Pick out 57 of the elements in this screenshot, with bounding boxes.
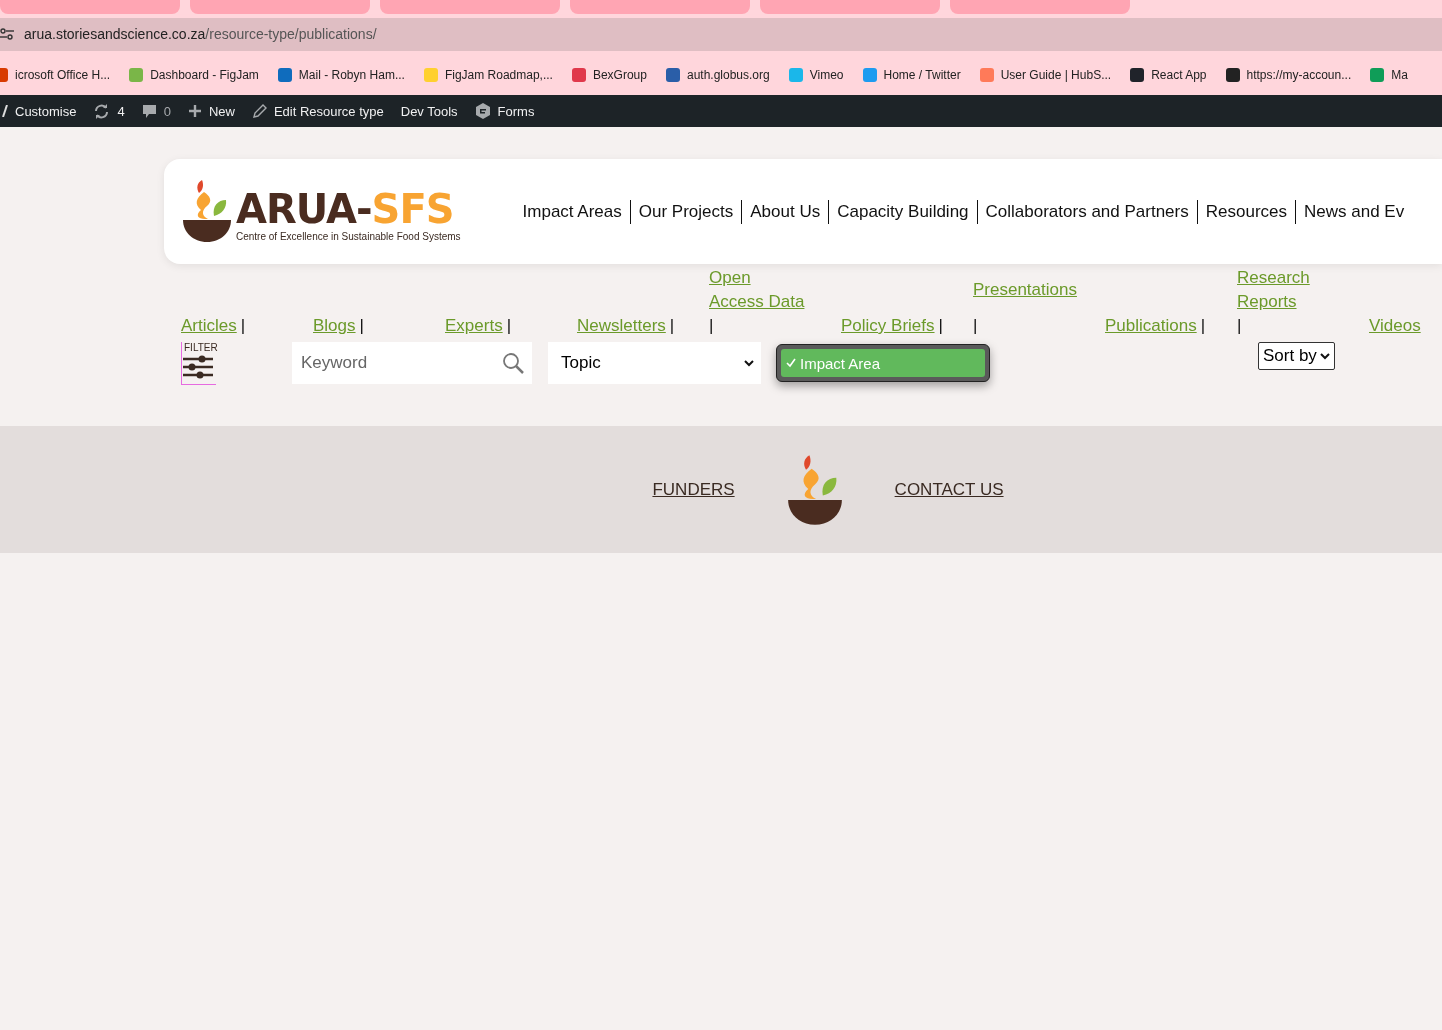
brand-name[interactable]: ARUA-SFS bbox=[236, 186, 461, 231]
admin-bar-item[interactable]: New bbox=[208, 103, 235, 119]
bookmark-link[interactable]: auth.globus.org bbox=[686, 67, 770, 82]
bowl-flame-logo-icon[interactable] bbox=[182, 177, 232, 244]
bookmark-link[interactable]: https://my-accoun... bbox=[1246, 67, 1352, 82]
site-settings-icon[interactable] bbox=[0, 27, 14, 41]
link-separator: | bbox=[709, 315, 714, 337]
admin-bar-item[interactable]: 4 bbox=[117, 103, 125, 119]
footer-link[interactable]: CONTACT US bbox=[894, 479, 1004, 500]
admin-bar-item[interactable]: Dev Tools bbox=[400, 103, 458, 119]
check-icon bbox=[786, 358, 796, 368]
bookmark-link[interactable]: Ma bbox=[1391, 67, 1408, 82]
chevron-down-icon[interactable] bbox=[743, 359, 755, 367]
nav-link[interactable]: Our Projects bbox=[629, 199, 742, 224]
bookmark-link[interactable]: icrosoft Office H... bbox=[15, 67, 111, 82]
pencil-icon[interactable] bbox=[251, 103, 267, 119]
bookmark-link[interactable]: Home / Twitter bbox=[883, 67, 961, 82]
address-bar[interactable]: arua.storiesandscience.co.za/resource-type/publications/ bbox=[0, 17, 1442, 51]
admin-bar-item[interactable]: 0 bbox=[163, 103, 171, 119]
bookmark-link[interactable]: User Guide | HubS... bbox=[1000, 67, 1112, 82]
chevron-down-icon[interactable] bbox=[1319, 352, 1330, 360]
bookmark-link[interactable]: FigJam Roadmap,... bbox=[444, 67, 553, 82]
nav-link[interactable]: Collaborators and Partners bbox=[976, 199, 1197, 224]
bookmark-link[interactable]: React App bbox=[1151, 67, 1207, 82]
nav-link[interactable]: Resources bbox=[1196, 199, 1295, 224]
keyword-search-field[interactable]: Keyword bbox=[292, 342, 532, 384]
bookmark-link[interactable]: BexGroup bbox=[592, 67, 647, 82]
filter-button[interactable]: FILTER bbox=[181, 342, 216, 385]
bookmark-icon[interactable] bbox=[1225, 67, 1240, 82]
link-separator: | bbox=[1200, 315, 1206, 337]
link-separator: | bbox=[1237, 315, 1242, 337]
link-separator: | bbox=[973, 315, 978, 337]
nav-link[interactable]: News and Ev bbox=[1295, 199, 1413, 224]
brush-icon[interactable] bbox=[2, 105, 8, 117]
refresh-icon[interactable] bbox=[93, 103, 111, 119]
plus-icon[interactable] bbox=[187, 104, 202, 118]
link-separator: | bbox=[240, 315, 246, 337]
link-separator: | bbox=[506, 315, 512, 337]
bookmark-link[interactable]: Mail - Robyn Ham... bbox=[298, 67, 405, 82]
bookmark-link[interactable]: Vimeo bbox=[809, 67, 844, 82]
bookmark-link[interactable]: Dashboard - FigJam bbox=[150, 67, 259, 82]
nav-link[interactable]: Impact Areas bbox=[514, 199, 630, 224]
sort-select[interactable]: Sort by bbox=[1258, 342, 1335, 370]
topic-select[interactable]: Topic bbox=[548, 342, 761, 384]
brand-tagline: Centre of Excellence in Sustainable Food Systems bbox=[236, 230, 461, 242]
comment-icon[interactable] bbox=[141, 103, 157, 119]
link-separator: | bbox=[359, 315, 364, 337]
forms-icon[interactable] bbox=[474, 103, 491, 119]
nav-link[interactable]: About Us bbox=[741, 199, 829, 224]
link-separator: | bbox=[669, 315, 675, 337]
admin-bar-item[interactable]: Customise bbox=[15, 103, 77, 119]
admin-bar-item[interactable]: Forms bbox=[497, 103, 535, 119]
nav-link[interactable]: Capacity Building bbox=[828, 199, 977, 224]
bookmark-icon[interactable] bbox=[1130, 67, 1145, 82]
footer-link[interactable]: FUNDERS bbox=[652, 479, 735, 500]
admin-bar-item[interactable]: Edit Resource type bbox=[273, 103, 384, 119]
link-separator: | bbox=[938, 315, 943, 337]
